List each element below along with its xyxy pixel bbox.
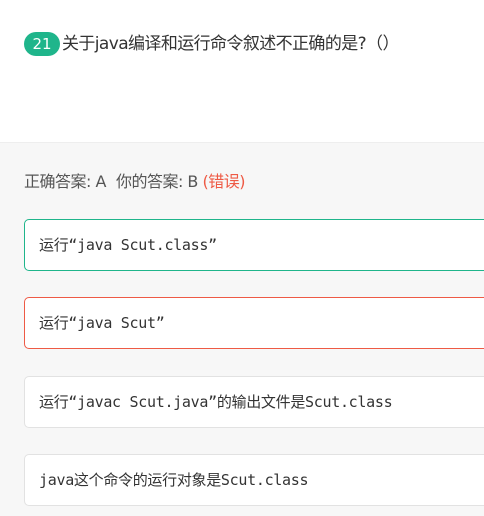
correct-answer-label: 正确答案: A — [24, 172, 106, 191]
option-b-text: 运行“java Scut” — [39, 314, 165, 332]
option-d-text: java这个命令的运行对象是Scut.class — [39, 471, 309, 489]
answer-result: 正确答案: A 你的答案: B (错误) — [24, 171, 245, 193]
question-number-badge: 21 — [24, 32, 60, 56]
option-c[interactable]: 运行“javac Scut.java”的输出文件是Scut.class — [24, 376, 484, 428]
option-d[interactable]: java这个命令的运行对象是Scut.class — [24, 454, 484, 506]
option-b[interactable]: 运行“java Scut” — [24, 297, 484, 349]
option-a-text: 运行“java Scut.class” — [39, 236, 217, 254]
wrong-status-label: (错误) — [202, 172, 246, 191]
your-answer-label: 你的答案: B — [115, 172, 198, 191]
question-text: 关于java编译和运行命令叙述不正确的是?（） — [62, 34, 399, 54]
option-a[interactable]: 运行“java Scut.class” — [24, 219, 484, 271]
question-header: 21 关于java编译和运行命令叙述不正确的是?（） — [0, 0, 484, 142]
option-c-text: 运行“javac Scut.java”的输出文件是Scut.class — [39, 393, 393, 411]
